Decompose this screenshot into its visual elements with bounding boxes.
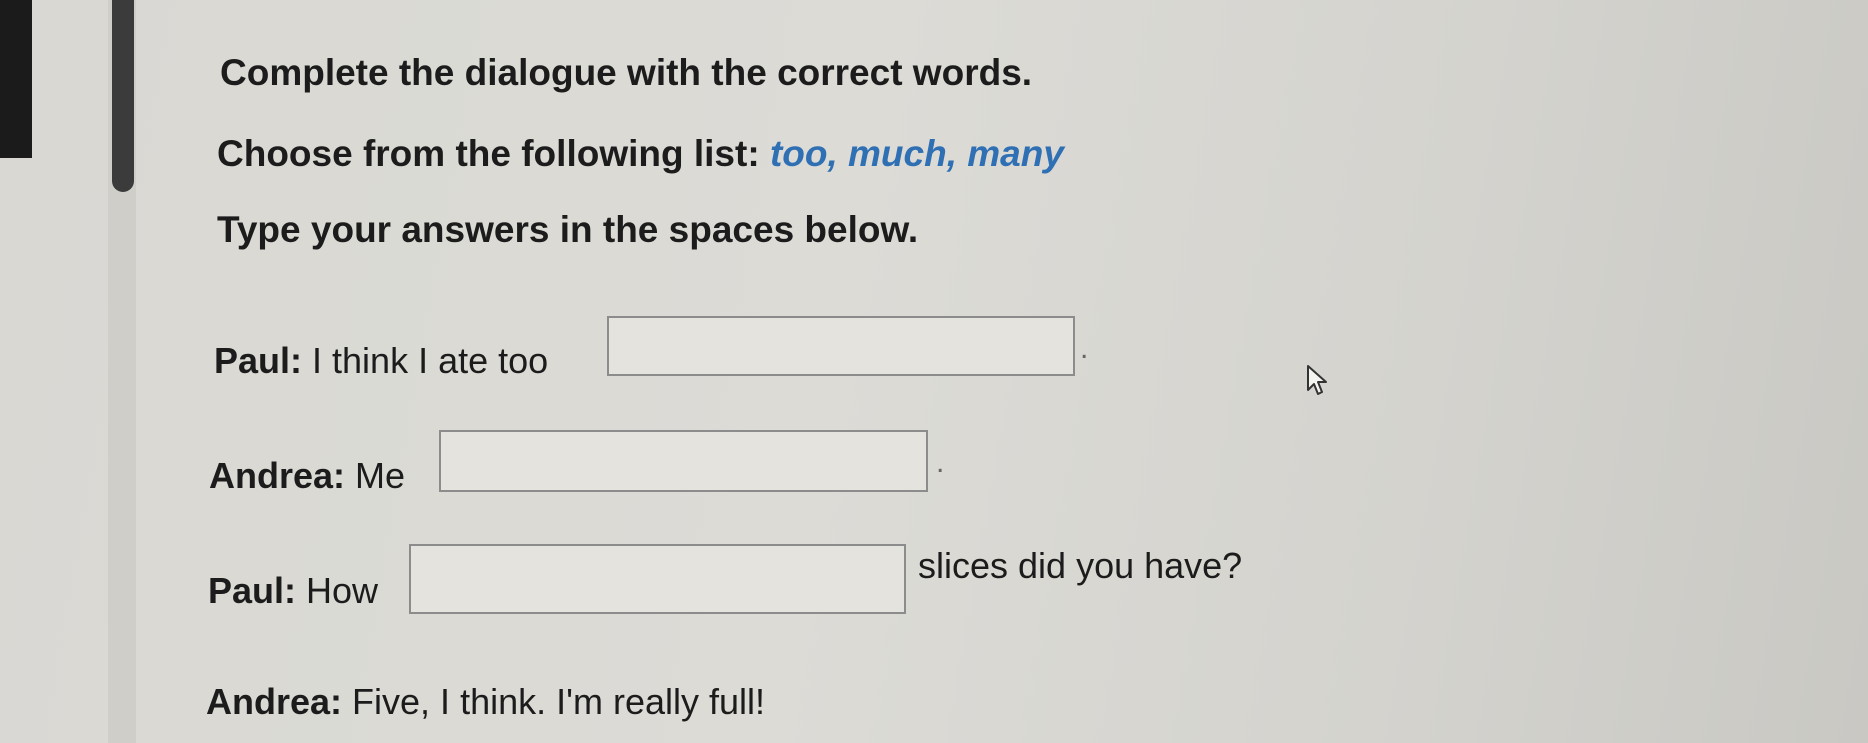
- speaker-label: Paul:: [208, 570, 297, 611]
- dialogue-text: I think I ate too: [312, 340, 549, 381]
- dialogue-text: Five, I think. I'm really full!: [352, 681, 766, 722]
- instruction-choose-label: Choose from the following list:: [217, 133, 760, 174]
- instruction-complete: Complete the dialogue with the correct w…: [220, 52, 1033, 93]
- scrollbar-thumb[interactable]: [112, 0, 134, 192]
- instruction-choose: Choose from the following list: too, muc…: [217, 133, 1064, 175]
- pointer-cursor-icon: [1307, 365, 1327, 395]
- speaker-label: Paul:: [214, 340, 303, 381]
- dialogue-line-2: Andrea: Me: [209, 455, 405, 497]
- sentence-period: .: [936, 446, 945, 479]
- word-choices: too, much, many: [769, 133, 1064, 174]
- sentence-period: .: [1080, 332, 1089, 365]
- answer-input-1[interactable]: [607, 316, 1075, 376]
- dialogue-line-1: Paul: I think I ate too: [214, 340, 548, 382]
- dialogue-line-3: Paul: How: [208, 570, 378, 612]
- dialogue-text: How: [306, 570, 379, 611]
- speaker-label: Andrea:: [209, 455, 346, 496]
- answer-input-3[interactable]: [409, 544, 906, 614]
- instruction-type: Type your answers in the spaces below.: [217, 209, 919, 250]
- dialogue-text-after: slices did you have?: [918, 545, 1243, 586]
- window-edge: [0, 0, 32, 158]
- speaker-label: Andrea:: [206, 681, 343, 722]
- dialogue-text: Me: [355, 455, 406, 496]
- answer-input-2[interactable]: [439, 430, 928, 492]
- dialogue-line-4: Andrea: Five, I think. I'm really full!: [206, 681, 765, 723]
